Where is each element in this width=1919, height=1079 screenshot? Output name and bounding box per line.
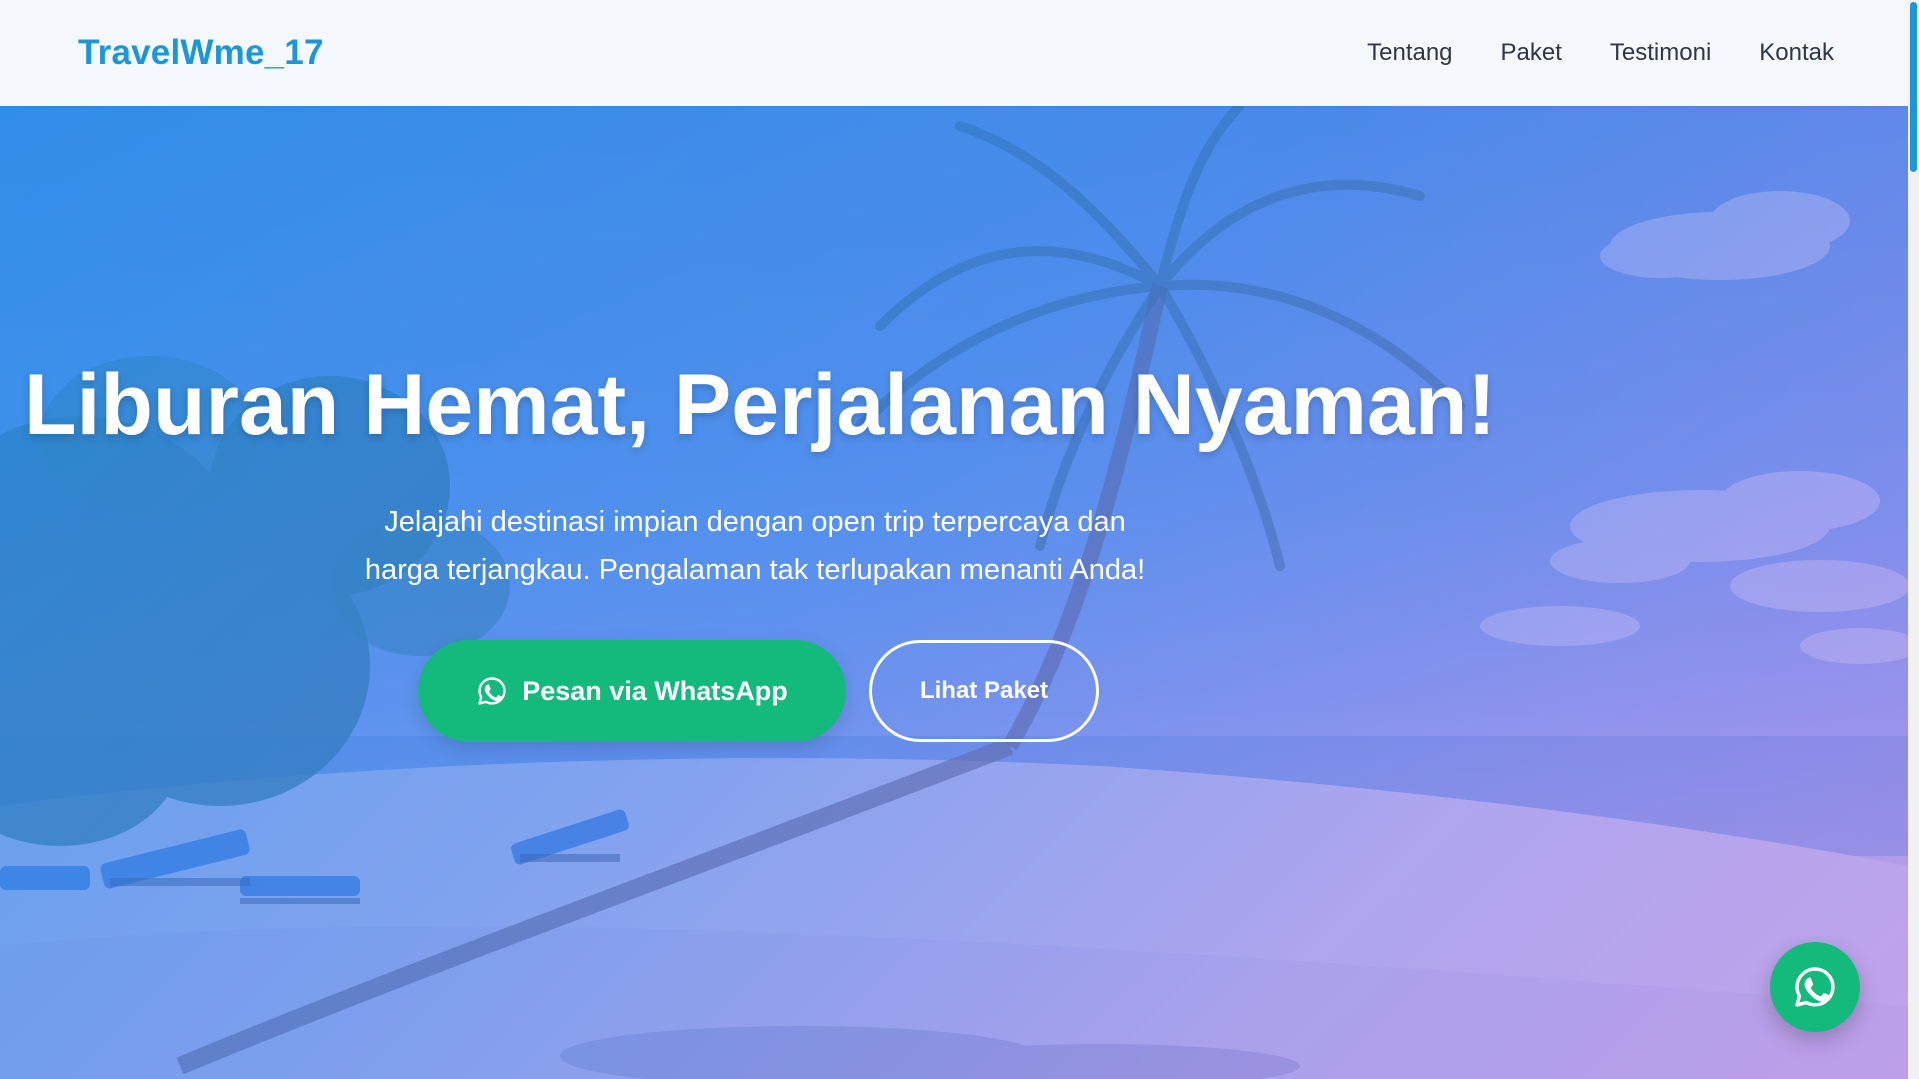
navbar: TravelWme_17 Tentang Paket Testimoni Kon…: [0, 0, 1908, 106]
hero-subtitle-line2: harga terjangkau. Pengalaman tak terlupa…: [364, 554, 1146, 586]
view-packages-label: Lihat Paket: [919, 677, 1049, 704]
hero-subtitle: Jelajahi destinasi impian dengan open tr…: [320, 498, 1190, 594]
whatsapp-icon: [478, 677, 506, 705]
hero-content: Liburan Hemat, Perjalanan Nyaman! Jelaja…: [0, 106, 1908, 1079]
nav-link-testimoni[interactable]: Testimoni: [1610, 39, 1711, 67]
vertical-scrollbar[interactable]: [1908, 0, 1919, 1079]
order-whatsapp-label: Pesan via WhatsApp: [522, 675, 788, 706]
view-packages-button[interactable]: Lihat Paket: [869, 640, 1099, 742]
brand-logo[interactable]: TravelWme_17: [78, 33, 324, 73]
order-whatsapp-button[interactable]: Pesan via WhatsApp: [418, 640, 846, 742]
nav-link-kontak[interactable]: Kontak: [1759, 39, 1834, 67]
floating-whatsapp-button[interactable]: [1770, 942, 1860, 1032]
nav-menu: Tentang Paket Testimoni Kontak: [1367, 39, 1834, 67]
hero-section: Liburan Hemat, Perjalanan Nyaman! Jelaja…: [0, 106, 1908, 1079]
hero-subtitle-line1: Jelajahi destinasi impian dengan open tr…: [384, 506, 1126, 538]
page: TravelWme_17 Tentang Paket Testimoni Kon…: [0, 0, 1919, 1079]
nav-link-tentang[interactable]: Tentang: [1367, 39, 1452, 67]
whatsapp-icon: [1795, 967, 1835, 1007]
scrollbar-thumb[interactable]: [1910, 2, 1917, 172]
nav-link-paket[interactable]: Paket: [1501, 39, 1562, 67]
hero-title: Liburan Hemat, Perjalanan Nyaman!: [24, 357, 1496, 453]
